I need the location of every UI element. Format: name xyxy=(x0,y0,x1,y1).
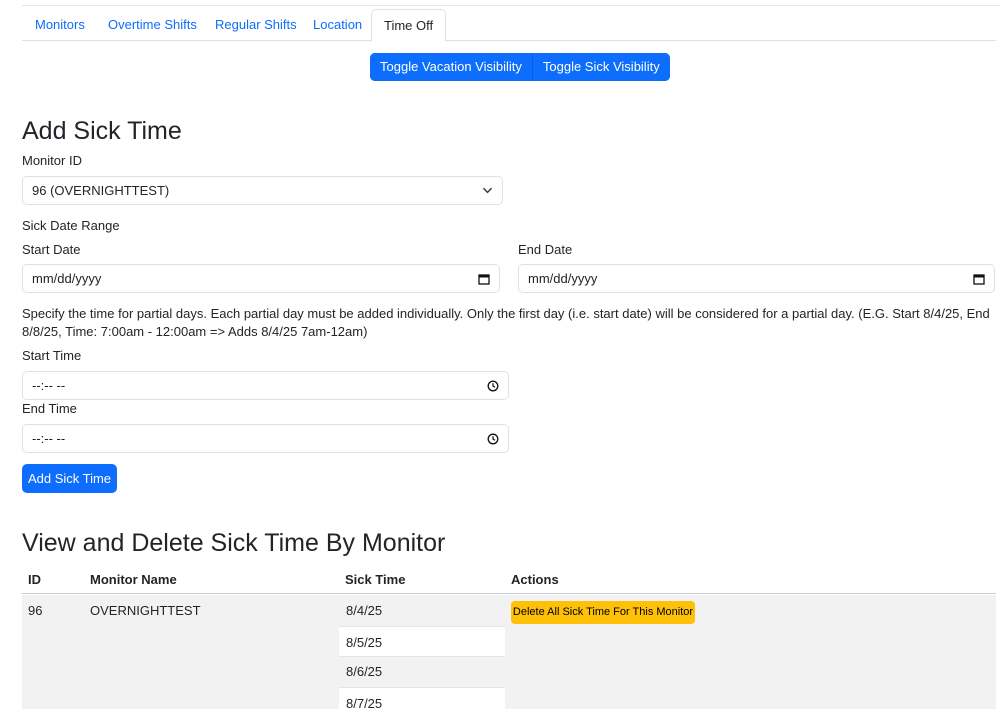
end-time-input[interactable]: --:-- -- xyxy=(22,424,509,453)
tab-monitors[interactable]: Monitors xyxy=(23,9,97,41)
clock-icon[interactable] xyxy=(487,372,499,399)
clock-icon[interactable] xyxy=(487,425,499,452)
calendar-icon[interactable] xyxy=(478,265,490,292)
visibility-toggle-group: Toggle Vacation Visibility Toggle Sick V… xyxy=(370,53,670,81)
sick-date-cell: 8/5/25 xyxy=(339,626,505,657)
tab-regular-shifts[interactable]: Regular Shifts xyxy=(203,9,309,41)
monitor-id-select[interactable]: 96 (OVERNIGHTTEST) xyxy=(22,176,503,205)
column-header-monitor-name: Monitor Name xyxy=(90,572,177,587)
end-date-placeholder: mm/dd/yyyy xyxy=(528,271,598,286)
end-time-placeholder: --:-- -- xyxy=(32,431,66,446)
partial-day-help-text: Specify the time for partial days. Each … xyxy=(22,306,990,339)
nav-tabs: Monitors Overtime Shifts Regular Shifts … xyxy=(22,9,996,42)
sick-date-cell: 8/7/25 xyxy=(339,687,505,709)
column-header-id: ID xyxy=(28,572,41,587)
add-sick-heading: Add Sick Time xyxy=(22,117,182,145)
column-header-sick-time: Sick Time xyxy=(345,572,406,587)
view-sick-heading: View and Delete Sick Time By Monitor xyxy=(22,529,446,557)
tab-overtime-shifts[interactable]: Overtime Shifts xyxy=(96,9,209,41)
monitor-id-label: Monitor ID xyxy=(22,153,82,168)
end-time-label: End Time xyxy=(22,401,77,416)
end-date-input[interactable]: mm/dd/yyyy xyxy=(518,264,995,293)
tab-time-off[interactable]: Time Off xyxy=(371,9,447,42)
toggle-sick-button[interactable]: Toggle Sick Visibility xyxy=(531,53,670,81)
start-time-placeholder: --:-- -- xyxy=(32,378,66,393)
monitor-id-value: 96 (OVERNIGHTTEST) xyxy=(32,183,170,198)
sick-date-range-label: Sick Date Range xyxy=(22,218,120,233)
row-id: 96 xyxy=(28,603,43,618)
column-header-actions: Actions xyxy=(511,572,559,587)
row-monitor-name: OVERNIGHTTEST xyxy=(90,603,201,618)
top-divider xyxy=(22,5,1000,6)
toggle-vacation-button[interactable]: Toggle Vacation Visibility xyxy=(370,53,532,81)
sick-date-cell: 8/4/25 xyxy=(346,603,383,618)
start-time-label: Start Time xyxy=(22,348,82,363)
start-date-input[interactable]: mm/dd/yyyy xyxy=(22,264,500,293)
calendar-icon[interactable] xyxy=(973,265,985,292)
delete-all-sick-time-button[interactable]: Delete All Sick Time For This Monitor xyxy=(511,601,695,624)
table-header: ID Monitor Name Sick Time Actions xyxy=(22,566,996,594)
end-date-label: End Date xyxy=(518,242,573,257)
start-date-label: Start Date xyxy=(22,242,81,257)
tab-location[interactable]: Location xyxy=(301,9,374,41)
sick-date-cell: 8/6/25 xyxy=(346,664,383,679)
chevron-down-icon xyxy=(482,177,493,204)
start-time-input[interactable]: --:-- -- xyxy=(22,371,509,400)
start-date-placeholder: mm/dd/yyyy xyxy=(32,271,102,286)
add-sick-time-button[interactable]: Add Sick Time xyxy=(22,464,117,493)
